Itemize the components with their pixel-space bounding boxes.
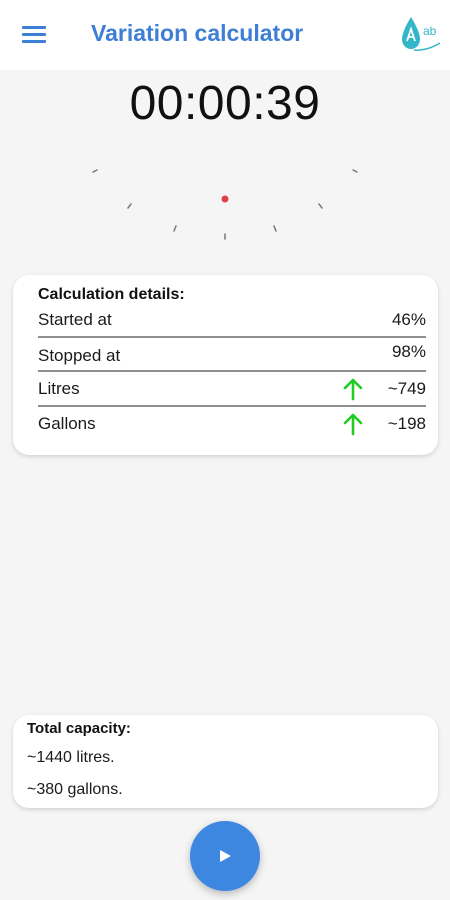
app-bar: Variation calculator ab [0, 0, 450, 70]
total-litres: ~1440 litres. [27, 749, 115, 766]
dial-tick [173, 225, 177, 232]
dial-indicator [221, 195, 229, 203]
detail-label: Started at [38, 310, 112, 329]
progress-dial [92, 169, 358, 240]
elapsed-timer: 00:00:39 [129, 77, 321, 130]
dial-tick [127, 203, 132, 209]
logo-text: ab [423, 24, 437, 38]
detail-label: Stopped at [38, 346, 121, 365]
detail-value: 46% [391, 310, 426, 329]
arrow-up-icon [342, 377, 364, 401]
play-icon [220, 850, 231, 862]
hamburger-menu-icon[interactable] [22, 24, 48, 46]
calculation-details-card: Calculation details: Started at 46% Stop… [13, 275, 438, 455]
detail-value: ~198 [387, 414, 426, 433]
detail-row-started: Started at 46% [38, 302, 426, 338]
total-title: Total capacity: [27, 720, 131, 737]
detail-value: 98% [391, 342, 426, 361]
arrow-up-icon [342, 412, 364, 436]
detail-row-litres: Litres ~749 [38, 371, 426, 407]
play-button[interactable] [190, 821, 260, 891]
detail-row-gallons: Gallons ~198 [38, 406, 426, 442]
dial-tick [273, 225, 277, 232]
total-gallons: ~380 gallons. [27, 781, 123, 798]
app-title: Variation calculator [91, 20, 304, 46]
dial-tick [92, 169, 98, 173]
detail-value: ~749 [387, 379, 426, 398]
detail-label: Litres [38, 379, 80, 398]
detail-row-stopped: Stopped at 98% [38, 336, 426, 372]
water-drop-logo-icon: ab [398, 14, 442, 56]
total-capacity-card: Total capacity: ~1440 litres. ~380 gallo… [13, 715, 438, 808]
dial-tick [318, 203, 323, 209]
detail-label: Gallons [38, 414, 96, 433]
dial-tick [352, 169, 358, 173]
